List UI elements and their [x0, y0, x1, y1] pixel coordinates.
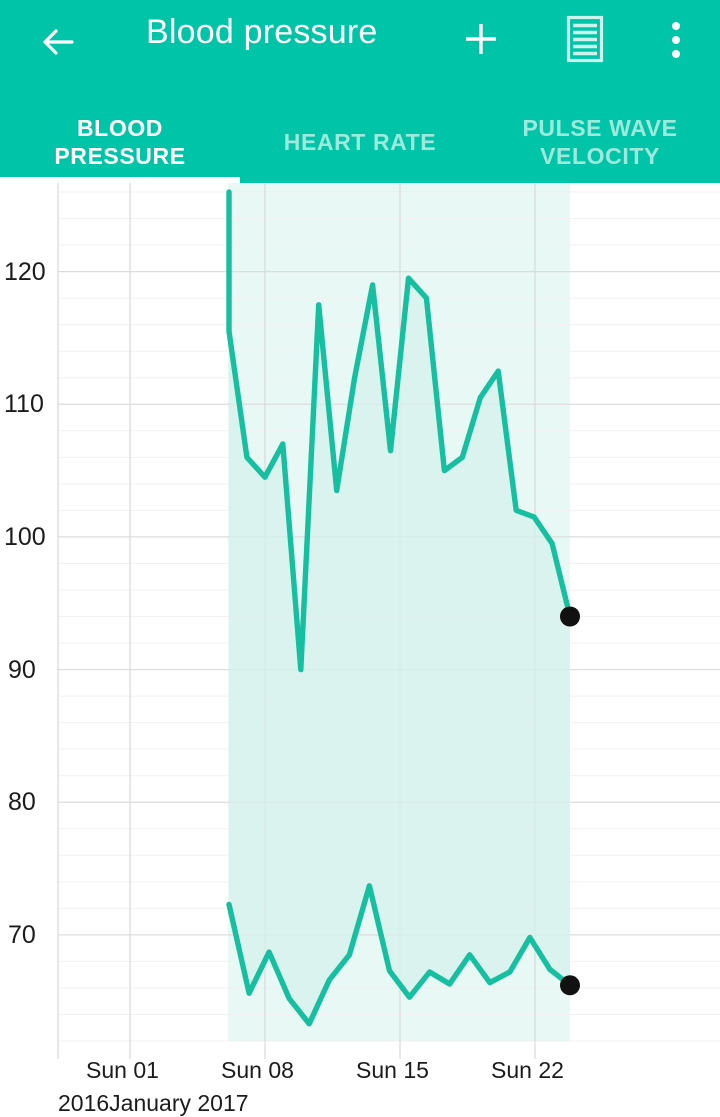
plus-icon[interactable]	[458, 16, 504, 62]
page-title: Blood pressure	[146, 13, 378, 52]
tab-heart-rate-label: HEART RATE	[284, 128, 437, 156]
tab-pulse-wave-velocity[interactable]: PULSE WAVE VELOCITY	[480, 100, 720, 183]
tab-pulse-wave-velocity-label: PULSE WAVE VELOCITY	[490, 114, 710, 170]
tab-heart-rate[interactable]: HEART RATE	[240, 100, 480, 183]
app-bar-top-row: Blood pressure	[0, 0, 720, 82]
x-axis-tick-label: Sun 08	[221, 1057, 294, 1084]
app-bar: Blood pressure	[0, 0, 720, 183]
tab-bar: BLOOD PRESSURE HEART RATE PULSE WAVE VEL…	[0, 100, 720, 183]
blood-pressure-chart[interactable]: 70 80 90 100 110 120 Sun 01 Sun 08 Sun 15 Sun 22…	[0, 183, 720, 1113]
y-axis-tick-label: 120	[4, 258, 46, 287]
screen-blood-pressure: Blood pressure	[0, 0, 720, 1113]
overflow-dot	[672, 50, 680, 58]
overflow-dot	[672, 22, 680, 30]
y-axis-tick-label: 70	[8, 921, 36, 950]
chart-canvas[interactable]	[0, 183, 720, 1113]
tab-blood-pressure-label: BLOOD PRESSURE	[10, 114, 230, 170]
y-axis-tick-label: 100	[4, 523, 46, 552]
overflow-dot	[672, 36, 680, 44]
x-axis-tick-label: Sun 15	[356, 1057, 429, 1084]
list-view-icon[interactable]	[562, 14, 608, 64]
x-axis-tick-label: Sun 22	[491, 1057, 564, 1084]
endpoint-marker-systolic	[560, 607, 580, 627]
y-axis-tick-label: 110	[4, 390, 44, 419]
endpoint-marker-diastolic	[560, 975, 580, 995]
more-vertical-icon[interactable]	[656, 16, 696, 64]
y-axis-tick-label: 90	[8, 656, 36, 685]
tab-blood-pressure[interactable]: BLOOD PRESSURE	[0, 100, 240, 183]
x-axis-tick-label: Sun 01	[86, 1057, 159, 1084]
arrow-left-icon[interactable]	[34, 18, 82, 66]
y-axis-tick-label: 80	[8, 788, 36, 817]
